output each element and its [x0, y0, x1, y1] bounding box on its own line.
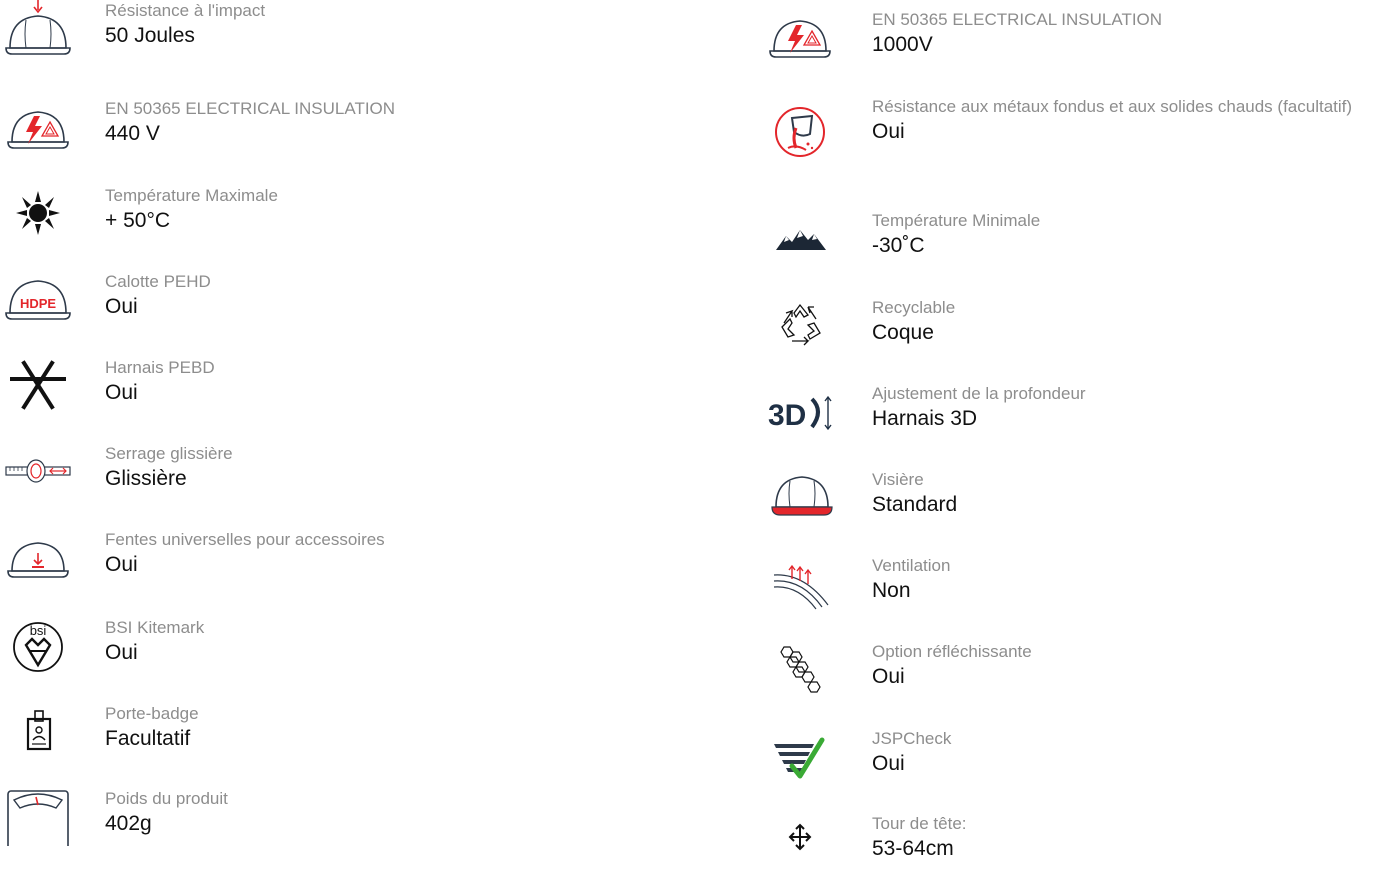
svg-text:3D: 3D	[768, 399, 806, 432]
electrical-insulation-icon	[762, 9, 840, 67]
spec-value: Non	[872, 579, 911, 602]
svg-text:HDPE: HDPE	[20, 296, 56, 311]
spec-label: Poids du produit	[105, 789, 228, 808]
spec-label: Fentes universelles pour accessoires	[105, 530, 385, 549]
weight-scale-icon	[0, 788, 78, 846]
electrical-insulation-icon	[0, 98, 78, 156]
svg-text:bsi: bsi	[30, 623, 47, 638]
recycle-icon	[762, 297, 840, 355]
spec-label: Résistance aux métaux fondus et aux soli…	[872, 97, 1353, 116]
ventilation-icon	[762, 555, 840, 613]
spec-value: Oui	[872, 752, 905, 775]
spec-value: Glissière	[105, 467, 187, 490]
spec-value: -30˚C	[872, 234, 925, 257]
spec-label: Porte-badge	[105, 704, 199, 723]
spec-value: 53-64cm	[872, 837, 954, 860]
spec-value: Coque	[872, 321, 934, 344]
spec-value: 1000V	[872, 33, 933, 56]
spec-label: Température Minimale	[872, 211, 1041, 230]
accessory-slot-icon	[0, 529, 78, 587]
spec-value: Oui	[105, 381, 138, 404]
spec-label: Visière	[872, 470, 924, 489]
badge-holder-icon	[0, 703, 78, 761]
spec-value: 402g	[105, 812, 152, 835]
bsi-kitemark-icon: bsi	[0, 617, 78, 675]
spec-value: 440 V	[105, 122, 160, 145]
spec-label: Option réfléchissante	[872, 642, 1032, 661]
spec-label: EN 50365 ELECTRICAL INSULATION	[105, 99, 396, 118]
harness-icon	[0, 357, 78, 415]
helmet-impact-icon	[0, 0, 78, 58]
spec-label: Recyclable	[872, 298, 956, 317]
mountain-cold-icon	[762, 210, 840, 268]
spec-label: Serrage glissière	[105, 444, 233, 463]
spec-label: Harnais PEBD	[105, 358, 215, 377]
visor-helmet-icon	[762, 469, 840, 527]
spec-value: Harnais 3D	[872, 407, 978, 430]
spec-label: EN 50365 ELECTRICAL INSULATION	[872, 10, 1163, 29]
spec-value: Oui	[105, 295, 138, 318]
spec-label: Ajustement de la profondeur	[872, 384, 1086, 403]
reflective-hex-icon	[762, 641, 840, 699]
spec-label: Température Maximale	[105, 186, 278, 205]
depth-3d-icon: 3D	[762, 383, 840, 441]
spec-value: Oui	[105, 641, 138, 664]
spec-label: Tour de tête:	[872, 814, 967, 833]
spec-value: 50 Joules	[105, 24, 195, 47]
head-size-icon	[762, 813, 840, 871]
spec-label: BSI Kitemark	[105, 618, 205, 637]
spec-label: Ventilation	[872, 556, 951, 575]
spec-label: JSPCheck	[872, 729, 952, 748]
spec-value: Facultatif	[105, 727, 191, 750]
spec-value: Standard	[872, 493, 958, 516]
spec-value: + 50°C	[105, 209, 171, 232]
sun-heat-icon	[0, 185, 78, 243]
spec-label: Calotte PEHD	[105, 272, 211, 291]
spec-value: Oui	[105, 553, 138, 576]
spec-value: Oui	[872, 120, 905, 143]
spec-value: Oui	[872, 665, 905, 688]
jspcheck-icon	[762, 728, 840, 786]
molten-metal-icon	[762, 104, 840, 162]
slide-adjust-icon	[0, 443, 78, 501]
hdpe-shell-icon: HDPE	[0, 271, 78, 329]
spec-label: Résistance à l'impact	[105, 1, 266, 20]
